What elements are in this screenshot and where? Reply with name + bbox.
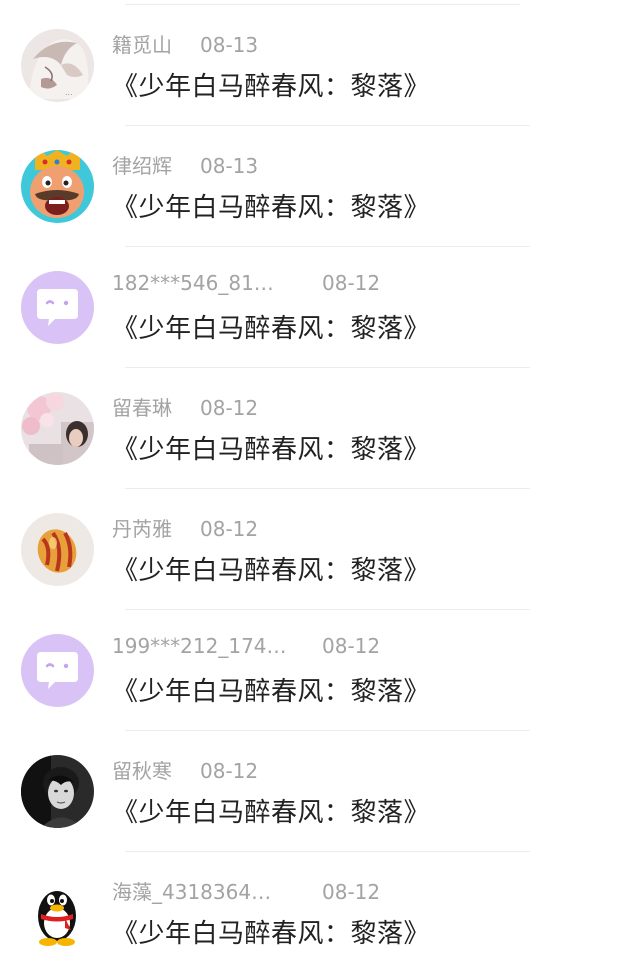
avatar[interactable] [21, 634, 94, 707]
comment-meta: 182***546_81… 08-12 [112, 271, 380, 299]
comment-title[interactable]: 《少年白马醉春风：黎落》 [112, 792, 430, 829]
list-item[interactable]: 海藻_4318364… 08-12 《少年白马醉春风：黎落》 [0, 852, 640, 973]
username[interactable]: 丹芮雅 [112, 513, 200, 542]
list-item[interactable]: 182***546_81… 08-12 《少年白马醉春风：黎落》 [0, 247, 640, 368]
comment-date: 08-12 [200, 396, 259, 420]
comment-date: 08-13 [200, 33, 259, 57]
portrait-photo-avatar-icon [21, 755, 94, 828]
anime-sketch-avatar-icon: ... [21, 29, 94, 102]
avatar[interactable] [21, 271, 94, 344]
username[interactable]: 留春琳 [112, 392, 200, 421]
avatar[interactable] [21, 876, 94, 949]
username[interactable]: 律绍辉 [112, 150, 200, 179]
avatar[interactable] [21, 513, 94, 586]
username[interactable]: 籍觅山 [112, 29, 200, 58]
comment-date: 08-12 [322, 634, 381, 658]
comment-title[interactable]: 《少年白马醉春风：黎落》 [112, 429, 430, 466]
username[interactable]: 199***212_174… [112, 634, 322, 658]
comment-date: 08-12 [200, 759, 259, 783]
default-chat-avatar-icon [21, 634, 94, 707]
avatar[interactable] [21, 392, 94, 465]
username[interactable]: 182***546_81… [112, 271, 322, 295]
striped-ball-avatar-icon [21, 513, 94, 586]
comment-title[interactable]: 《少年白马醉春风：黎落》 [112, 671, 430, 708]
comment-list: ... 籍觅山 08-13 《少年白马醉春风：黎落》 律绍辉 08-13 《少年… [0, 5, 640, 973]
svg-text:...: ... [65, 88, 73, 97]
comment-meta: 海藻_4318364… 08-12 [112, 876, 380, 904]
comment-title[interactable]: 《少年白马醉春风：黎落》 [112, 66, 430, 103]
list-item[interactable]: 留秋寒 08-12 《少年白马醉春风：黎落》 [0, 731, 640, 852]
list-item[interactable]: 丹芮雅 08-12 《少年白马醉春风：黎落》 [0, 489, 640, 610]
comment-meta: 律绍辉 08-13 [112, 150, 258, 178]
pink-flowers-avatar-icon [21, 392, 94, 465]
comment-title[interactable]: 《少年白马醉春风：黎落》 [112, 187, 430, 224]
list-item[interactable]: ... 籍觅山 08-13 《少年白马醉春风：黎落》 [0, 5, 640, 126]
comment-title[interactable]: 《少年白马醉春风：黎落》 [112, 308, 430, 345]
list-item[interactable]: 律绍辉 08-13 《少年白马醉春风：黎落》 [0, 126, 640, 247]
avatar[interactable] [21, 755, 94, 828]
comment-date: 08-12 [322, 880, 381, 904]
comment-date: 08-12 [200, 517, 259, 541]
username[interactable]: 留秋寒 [112, 755, 200, 784]
comment-title[interactable]: 《少年白马醉春风：黎落》 [112, 550, 430, 587]
qq-penguin-avatar-icon [21, 876, 94, 949]
username[interactable]: 海藻_4318364… [112, 876, 322, 905]
list-item[interactable]: 199***212_174… 08-12 《少年白马醉春风：黎落》 [0, 610, 640, 731]
comment-meta: 留秋寒 08-12 [112, 755, 258, 783]
comment-date: 08-12 [322, 271, 381, 295]
comment-meta: 199***212_174… 08-12 [112, 634, 380, 662]
avatar[interactable]: ... [21, 29, 94, 102]
comment-date: 08-13 [200, 154, 259, 178]
clash-king-avatar-icon [21, 150, 94, 223]
avatar[interactable] [21, 150, 94, 223]
list-item[interactable]: 留春琳 08-12 《少年白马醉春风：黎落》 [0, 368, 640, 489]
default-chat-avatar-icon [21, 271, 94, 344]
comment-meta: 籍觅山 08-13 [112, 29, 258, 57]
comment-title[interactable]: 《少年白马醉春风：黎落》 [112, 913, 430, 950]
comment-meta: 丹芮雅 08-12 [112, 513, 258, 541]
comment-meta: 留春琳 08-12 [112, 392, 258, 420]
